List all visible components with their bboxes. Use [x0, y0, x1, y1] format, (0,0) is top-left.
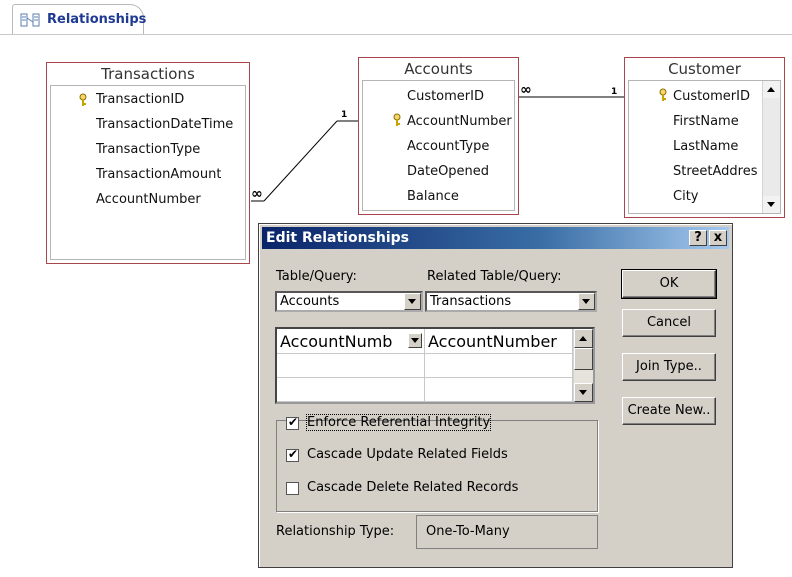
one-label-customer: 1	[611, 87, 617, 97]
cascade-update-label[interactable]: Cascade Update Related Fields	[307, 447, 508, 462]
grid-cell-text: AccountNumber	[428, 332, 557, 351]
field-balance[interactable]: Balance	[407, 185, 459, 209]
field-firstname[interactable]: FirstName	[673, 110, 739, 134]
key-icon	[79, 93, 87, 106]
create-new-button[interactable]: Create New..	[622, 397, 716, 425]
grid-cell-right[interactable]	[425, 354, 573, 378]
arrow-up-icon	[579, 336, 587, 341]
scroll-thumb[interactable]	[574, 348, 593, 370]
many-label-transactions: ∞	[251, 186, 263, 202]
grid-cell-text: AccountNumb	[280, 332, 393, 351]
join-type-button[interactable]: Join Type..	[622, 353, 716, 381]
enforce-referential-integrity-label[interactable]: Enforce Referential Integrity	[305, 414, 492, 431]
enforce-referential-integrity-checkbox[interactable]: ✔	[286, 415, 299, 430]
grid-scrollbar[interactable]	[573, 329, 593, 402]
related-table-query-select[interactable]: Transactions	[425, 291, 597, 312]
scroll-down-button[interactable]	[574, 383, 593, 402]
table-title: Transactions	[101, 65, 195, 83]
relationship-type-value: One-To-Many	[426, 524, 510, 539]
ok-button[interactable]: OK	[621, 269, 717, 299]
table-query-label: Table/Query:	[276, 269, 357, 284]
table-accounts[interactable]: Accounts CustomerID AccountNumber Accoun…	[358, 57, 519, 215]
related-table-query-value: Transactions	[430, 294, 512, 309]
field-transactiontype[interactable]: TransactionType	[96, 138, 200, 162]
relationship-type-box: One-To-Many	[416, 515, 598, 549]
referential-integrity-group	[276, 420, 598, 512]
dialog-title-bar[interactable]: Edit Relationships ? x	[262, 227, 729, 249]
dropdown-button[interactable]	[404, 293, 421, 310]
table-query-value: Accounts	[280, 294, 340, 309]
field-city[interactable]: City	[673, 185, 698, 209]
grid-cell-left[interactable]	[277, 354, 425, 378]
related-table-query-label: Related Table/Query:	[427, 269, 562, 284]
field-list[interactable]: CustomerID FirstName LastName StreetAddr…	[628, 80, 781, 214]
arrow-down-icon	[767, 202, 775, 207]
table-title: Accounts	[404, 60, 473, 78]
key-icon	[659, 88, 667, 101]
grid-cell-right[interactable]: AccountNumber	[425, 329, 573, 354]
dropdown-button[interactable]	[578, 293, 595, 310]
many-label-accounts: ∞	[520, 82, 532, 98]
cascade-delete-label[interactable]: Cascade Delete Related Records	[307, 480, 518, 495]
arrow-up-icon	[767, 87, 775, 92]
grid-cell-left[interactable]	[277, 378, 425, 402]
check-icon: ✔	[288, 415, 299, 429]
cascade-delete-checkbox[interactable]	[286, 482, 299, 495]
field-accountnumber[interactable]: AccountNumber	[407, 110, 512, 134]
table-query-select[interactable]: Accounts	[275, 291, 423, 312]
field-streetaddress[interactable]: StreetAddres	[673, 160, 763, 184]
field-mapping-grid[interactable]: AccountNumb AccountNumber	[275, 327, 595, 404]
field-dateopened[interactable]: DateOpened	[407, 160, 489, 184]
field-accountnumber[interactable]: AccountNumber	[96, 188, 201, 212]
field-customerid[interactable]: CustomerID	[673, 85, 750, 109]
field-transactiondatetime[interactable]: TransactionDateTime	[96, 113, 233, 137]
dropdown-button[interactable]	[408, 333, 422, 348]
one-label-accounts: 1	[341, 110, 347, 120]
key-icon	[393, 113, 401, 126]
scroll-up-button[interactable]	[574, 329, 593, 348]
field-list[interactable]: TransactionID TransactionDateTime Transa…	[50, 85, 246, 260]
cancel-button[interactable]: Cancel	[622, 309, 716, 337]
close-button[interactable]: x	[709, 230, 727, 246]
table-transactions[interactable]: Transactions TransactionID TransactionDa…	[46, 62, 250, 264]
scroll-down-button[interactable]	[763, 196, 780, 213]
cascade-update-checkbox[interactable]: ✔	[286, 447, 299, 462]
edit-relationships-dialog[interactable]: Edit Relationships ? x Table/Query: Rela…	[258, 223, 733, 568]
field-accounttype[interactable]: AccountType	[407, 135, 489, 159]
check-icon: ✔	[288, 447, 299, 461]
relationship-type-label: Relationship Type:	[276, 524, 395, 539]
scroll-up-button[interactable]	[763, 81, 780, 98]
field-customerid[interactable]: CustomerID	[407, 85, 484, 109]
table-title: Customer	[668, 60, 741, 78]
table-customer[interactable]: Customer CustomerID FirstName LastName S…	[624, 57, 785, 218]
grid-cell-left[interactable]: AccountNumb	[277, 329, 425, 354]
relationship-accounts-transactions[interactable]	[251, 120, 358, 202]
field-transactionid[interactable]: TransactionID	[96, 88, 184, 112]
chevron-down-icon	[408, 299, 416, 304]
field-list[interactable]: CustomerID AccountNumber AccountType Dat…	[362, 80, 515, 211]
field-list-scrollbar[interactable]	[762, 81, 780, 213]
arrow-down-icon	[579, 390, 587, 395]
grid-cell-right[interactable]	[425, 378, 573, 402]
help-button[interactable]: ?	[689, 230, 707, 246]
field-lastname[interactable]: LastName	[673, 135, 738, 159]
field-transactionamount[interactable]: TransactionAmount	[96, 163, 221, 187]
dialog-title: Edit Relationships	[266, 230, 410, 246]
chevron-down-icon	[411, 338, 419, 343]
chevron-down-icon	[582, 299, 590, 304]
